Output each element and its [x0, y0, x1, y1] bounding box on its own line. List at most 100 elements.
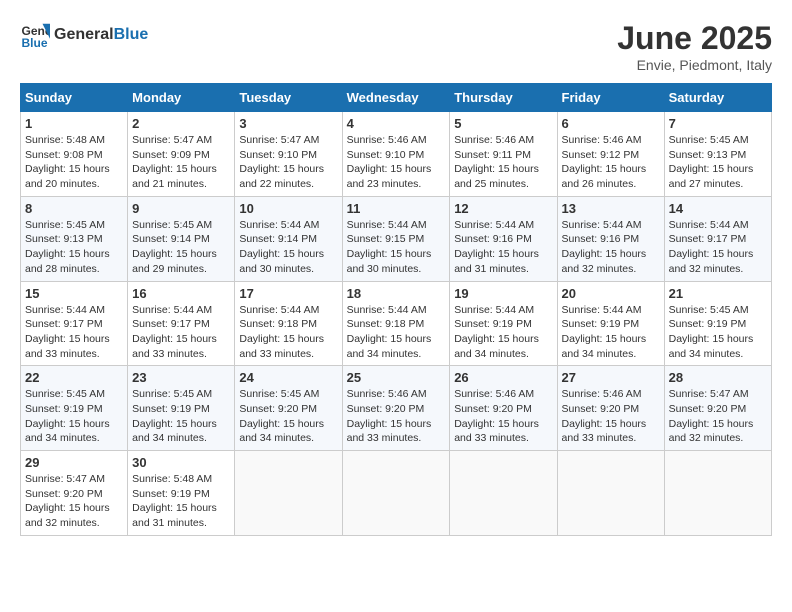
day-info: Sunrise: 5:45 AM Sunset: 9:19 PM Dayligh…: [25, 387, 123, 446]
day-info: Sunrise: 5:46 AM Sunset: 9:12 PM Dayligh…: [562, 133, 660, 192]
day-info: Sunrise: 5:48 AM Sunset: 9:08 PM Dayligh…: [25, 133, 123, 192]
calendar-cell: 11 Sunrise: 5:44 AM Sunset: 9:15 PM Dayl…: [342, 196, 450, 281]
calendar-cell: 19 Sunrise: 5:44 AM Sunset: 9:19 PM Dayl…: [450, 281, 557, 366]
calendar-cell: 17 Sunrise: 5:44 AM Sunset: 9:18 PM Dayl…: [235, 281, 342, 366]
day-number: 2: [132, 116, 230, 131]
calendar-cell: [557, 451, 664, 536]
day-number: 18: [347, 286, 446, 301]
day-info: Sunrise: 5:46 AM Sunset: 9:20 PM Dayligh…: [562, 387, 660, 446]
day-info: Sunrise: 5:47 AM Sunset: 9:20 PM Dayligh…: [25, 472, 123, 531]
day-info: Sunrise: 5:48 AM Sunset: 9:19 PM Dayligh…: [132, 472, 230, 531]
calendar-cell: 27 Sunrise: 5:46 AM Sunset: 9:20 PM Dayl…: [557, 366, 664, 451]
calendar-cell: 20 Sunrise: 5:44 AM Sunset: 9:19 PM Dayl…: [557, 281, 664, 366]
day-number: 7: [669, 116, 767, 131]
day-info: Sunrise: 5:45 AM Sunset: 9:19 PM Dayligh…: [132, 387, 230, 446]
calendar-cell: [342, 451, 450, 536]
subtitle: Envie, Piedmont, Italy: [617, 57, 772, 73]
day-info: Sunrise: 5:45 AM Sunset: 9:19 PM Dayligh…: [669, 303, 767, 362]
day-number: 28: [669, 370, 767, 385]
day-info: Sunrise: 5:44 AM Sunset: 9:17 PM Dayligh…: [669, 218, 767, 277]
calendar-cell: 5 Sunrise: 5:46 AM Sunset: 9:11 PM Dayli…: [450, 112, 557, 197]
day-number: 25: [347, 370, 446, 385]
logo-general: General: [54, 26, 114, 44]
day-number: 6: [562, 116, 660, 131]
calendar-cell: 9 Sunrise: 5:45 AM Sunset: 9:14 PM Dayli…: [128, 196, 235, 281]
calendar-cell: 10 Sunrise: 5:44 AM Sunset: 9:14 PM Dayl…: [235, 196, 342, 281]
day-number: 26: [454, 370, 552, 385]
day-info: Sunrise: 5:44 AM Sunset: 9:19 PM Dayligh…: [562, 303, 660, 362]
calendar-cell: 22 Sunrise: 5:45 AM Sunset: 9:19 PM Dayl…: [21, 366, 128, 451]
day-info: Sunrise: 5:44 AM Sunset: 9:15 PM Dayligh…: [347, 218, 446, 277]
day-number: 21: [669, 286, 767, 301]
calendar-cell: 6 Sunrise: 5:46 AM Sunset: 9:12 PM Dayli…: [557, 112, 664, 197]
logo-blue: Blue: [114, 26, 149, 44]
day-number: 13: [562, 201, 660, 216]
col-wednesday: Wednesday: [342, 84, 450, 112]
day-info: Sunrise: 5:44 AM Sunset: 9:16 PM Dayligh…: [562, 218, 660, 277]
logo-icon: General Blue: [20, 20, 50, 50]
day-number: 17: [239, 286, 337, 301]
calendar-cell: 2 Sunrise: 5:47 AM Sunset: 9:09 PM Dayli…: [128, 112, 235, 197]
day-number: 9: [132, 201, 230, 216]
day-number: 3: [239, 116, 337, 131]
day-info: Sunrise: 5:45 AM Sunset: 9:14 PM Dayligh…: [132, 218, 230, 277]
day-info: Sunrise: 5:46 AM Sunset: 9:10 PM Dayligh…: [347, 133, 446, 192]
day-number: 19: [454, 286, 552, 301]
col-saturday: Saturday: [664, 84, 771, 112]
calendar-cell: 25 Sunrise: 5:46 AM Sunset: 9:20 PM Dayl…: [342, 366, 450, 451]
calendar-cell: 7 Sunrise: 5:45 AM Sunset: 9:13 PM Dayli…: [664, 112, 771, 197]
day-number: 16: [132, 286, 230, 301]
calendar-cell: [664, 451, 771, 536]
calendar-cell: 24 Sunrise: 5:45 AM Sunset: 9:20 PM Dayl…: [235, 366, 342, 451]
day-number: 30: [132, 455, 230, 470]
calendar-cell: 29 Sunrise: 5:47 AM Sunset: 9:20 PM Dayl…: [21, 451, 128, 536]
day-info: Sunrise: 5:44 AM Sunset: 9:18 PM Dayligh…: [347, 303, 446, 362]
day-number: 12: [454, 201, 552, 216]
day-info: Sunrise: 5:44 AM Sunset: 9:14 PM Dayligh…: [239, 218, 337, 277]
calendar-table: Sunday Monday Tuesday Wednesday Thursday…: [20, 83, 772, 536]
calendar-cell: 4 Sunrise: 5:46 AM Sunset: 9:10 PM Dayli…: [342, 112, 450, 197]
header: General Blue GeneralBlue June 2025 Envie…: [20, 20, 772, 73]
day-info: Sunrise: 5:47 AM Sunset: 9:10 PM Dayligh…: [239, 133, 337, 192]
calendar-cell: 1 Sunrise: 5:48 AM Sunset: 9:08 PM Dayli…: [21, 112, 128, 197]
calendar-cell: 21 Sunrise: 5:45 AM Sunset: 9:19 PM Dayl…: [664, 281, 771, 366]
day-number: 24: [239, 370, 337, 385]
day-info: Sunrise: 5:44 AM Sunset: 9:17 PM Dayligh…: [25, 303, 123, 362]
calendar-cell: 23 Sunrise: 5:45 AM Sunset: 9:19 PM Dayl…: [128, 366, 235, 451]
day-number: 14: [669, 201, 767, 216]
calendar-cell: 30 Sunrise: 5:48 AM Sunset: 9:19 PM Dayl…: [128, 451, 235, 536]
calendar-cell: 14 Sunrise: 5:44 AM Sunset: 9:17 PM Dayl…: [664, 196, 771, 281]
calendar-cell: 28 Sunrise: 5:47 AM Sunset: 9:20 PM Dayl…: [664, 366, 771, 451]
calendar-cell: 26 Sunrise: 5:46 AM Sunset: 9:20 PM Dayl…: [450, 366, 557, 451]
title-area: June 2025 Envie, Piedmont, Italy: [617, 20, 772, 73]
day-number: 1: [25, 116, 123, 131]
calendar-cell: 12 Sunrise: 5:44 AM Sunset: 9:16 PM Dayl…: [450, 196, 557, 281]
day-number: 22: [25, 370, 123, 385]
day-number: 20: [562, 286, 660, 301]
day-info: Sunrise: 5:46 AM Sunset: 9:20 PM Dayligh…: [347, 387, 446, 446]
col-monday: Monday: [128, 84, 235, 112]
day-info: Sunrise: 5:44 AM Sunset: 9:18 PM Dayligh…: [239, 303, 337, 362]
day-number: 5: [454, 116, 552, 131]
day-number: 27: [562, 370, 660, 385]
calendar-cell: 3 Sunrise: 5:47 AM Sunset: 9:10 PM Dayli…: [235, 112, 342, 197]
day-info: Sunrise: 5:47 AM Sunset: 9:09 PM Dayligh…: [132, 133, 230, 192]
day-info: Sunrise: 5:46 AM Sunset: 9:11 PM Dayligh…: [454, 133, 552, 192]
day-number: 8: [25, 201, 123, 216]
day-number: 10: [239, 201, 337, 216]
col-thursday: Thursday: [450, 84, 557, 112]
col-friday: Friday: [557, 84, 664, 112]
day-info: Sunrise: 5:44 AM Sunset: 9:19 PM Dayligh…: [454, 303, 552, 362]
col-tuesday: Tuesday: [235, 84, 342, 112]
day-number: 15: [25, 286, 123, 301]
svg-text:Blue: Blue: [22, 36, 48, 50]
day-number: 23: [132, 370, 230, 385]
logo: General Blue GeneralBlue: [20, 20, 148, 50]
day-info: Sunrise: 5:46 AM Sunset: 9:20 PM Dayligh…: [454, 387, 552, 446]
calendar-cell: 13 Sunrise: 5:44 AM Sunset: 9:16 PM Dayl…: [557, 196, 664, 281]
day-number: 29: [25, 455, 123, 470]
calendar-cell: [235, 451, 342, 536]
calendar-cell: 16 Sunrise: 5:44 AM Sunset: 9:17 PM Dayl…: [128, 281, 235, 366]
day-number: 4: [347, 116, 446, 131]
day-info: Sunrise: 5:45 AM Sunset: 9:13 PM Dayligh…: [25, 218, 123, 277]
